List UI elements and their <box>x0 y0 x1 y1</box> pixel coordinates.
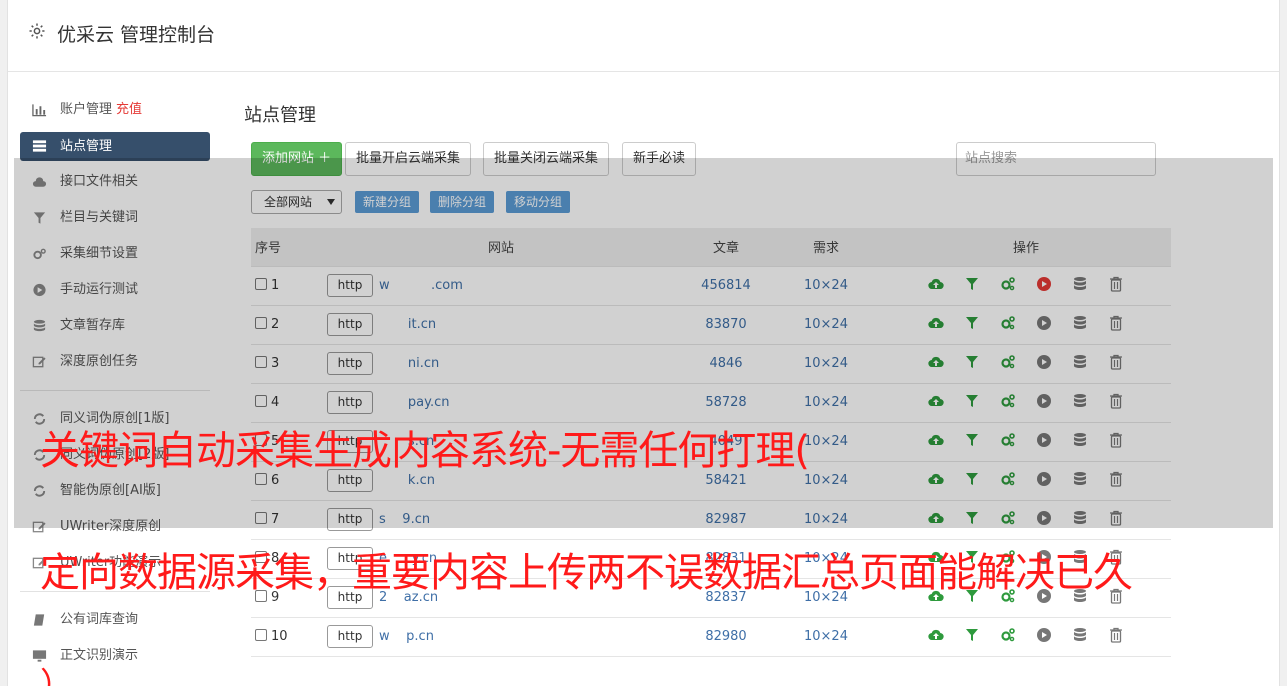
row-checkbox[interactable] <box>255 629 267 641</box>
table-row: 10 http w p.cn 82980 10×24 <box>251 616 1171 657</box>
caption-line-2: 定向数据源采集，重要内容上传两不误数据汇总页面能解决已久 <box>40 550 1133 596</box>
cloud-upload-icon[interactable] <box>928 627 944 643</box>
database-icon[interactable] <box>1072 627 1088 643</box>
articles-cell[interactable]: 82980 <box>681 616 771 657</box>
scheme-badge[interactable]: http <box>327 625 373 648</box>
site-cell: http w p.cn <box>321 616 681 657</box>
header: 优采云 管理控制台 <box>8 0 1279 72</box>
row-number-cell: 10 <box>251 616 321 657</box>
row-actions <box>928 627 1124 643</box>
filter-icon[interactable] <box>964 627 980 643</box>
ops-cell <box>881 616 1171 657</box>
page-title: 站点管理 <box>244 105 316 126</box>
sidebar-item-public-lexicon[interactable]: 公有词库查询 <box>20 602 210 638</box>
trash-icon[interactable] <box>1108 627 1124 643</box>
server-icon <box>32 140 47 152</box>
sidebar-item-account[interactable]: 账户管理 充值 <box>20 92 210 128</box>
sidebar-item-label: 公有词库查询 <box>60 612 139 627</box>
cogs-icon[interactable] <box>1000 627 1016 643</box>
caption-line-3: ） <box>40 666 74 686</box>
sidebar-item-sites[interactable]: 站点管理 <box>20 132 210 161</box>
gear-icon <box>29 23 45 39</box>
bar-chart-icon <box>32 104 47 117</box>
book-icon <box>33 614 45 626</box>
row-number: 10 <box>271 629 288 644</box>
sidebar-item-label: 站点管理 <box>60 139 113 154</box>
app-title: 优采云 管理控制台 <box>57 24 216 46</box>
recharge-link[interactable]: 充值 <box>116 102 142 117</box>
play-circle-icon[interactable] <box>1036 627 1052 643</box>
sidebar-item-label: 账户管理 <box>60 102 113 117</box>
need-cell[interactable]: 10×24 <box>771 616 881 657</box>
site-domain-link[interactable]: w p.cn <box>379 629 434 644</box>
caption-line-1: 关键词自动采集生成内容系统-无需任何打理( <box>40 428 810 474</box>
